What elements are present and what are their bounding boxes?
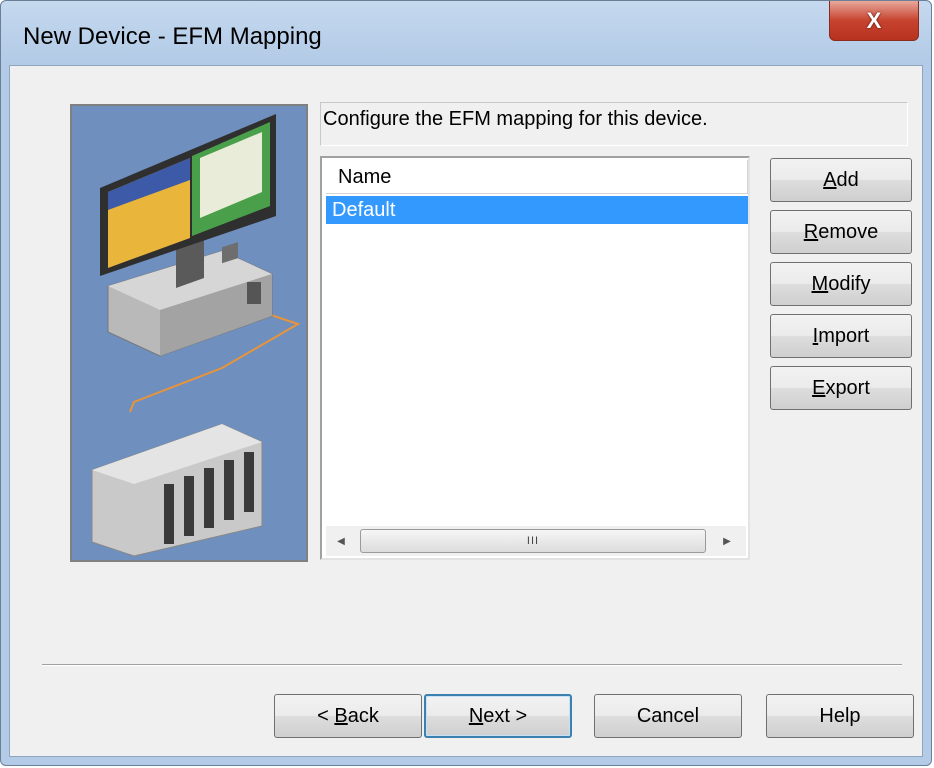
title-bar[interactable]: New Device - EFM Mapping X bbox=[1, 1, 931, 65]
cancel-label: Cancel bbox=[636, 704, 700, 727]
dialog-window: New Device - EFM Mapping X Configure the… bbox=[0, 0, 932, 766]
remove-button[interactable]: Remove bbox=[770, 210, 912, 254]
column-header-name[interactable]: Name bbox=[326, 160, 748, 194]
dialog-body: Configure the EFM mapping for this devic… bbox=[9, 65, 923, 757]
efm-mapping-list[interactable]: Name Default ◀ III ▶ bbox=[320, 156, 750, 560]
remove-label: Remove bbox=[803, 220, 879, 243]
modify-button[interactable]: Modify bbox=[770, 262, 912, 306]
add-button[interactable]: Add bbox=[770, 158, 912, 202]
export-button[interactable]: Export bbox=[770, 366, 912, 410]
help-button[interactable]: Help bbox=[766, 694, 914, 738]
add-label: Add bbox=[823, 168, 859, 191]
scroll-right-arrow-icon[interactable]: ▶ bbox=[712, 526, 742, 556]
vent-grille bbox=[247, 282, 261, 304]
plc-module-2 bbox=[184, 476, 194, 536]
device-illustration bbox=[70, 104, 308, 562]
horizontal-scrollbar[interactable]: ◀ III ▶ bbox=[326, 526, 746, 556]
computer-plc-illustration bbox=[91, 114, 301, 557]
import-button[interactable]: Import bbox=[770, 314, 912, 358]
plc-module-4 bbox=[224, 460, 234, 520]
close-icon: X bbox=[866, 7, 882, 33]
scrollbar-thumb[interactable]: III bbox=[360, 529, 706, 553]
window-title: New Device - EFM Mapping bbox=[23, 23, 322, 50]
help-label: Help bbox=[819, 704, 861, 727]
import-label: Import bbox=[812, 324, 870, 347]
instruction-text: Configure the EFM mapping for this devic… bbox=[320, 102, 908, 146]
back-label: < Back bbox=[317, 704, 379, 727]
modify-label: Modify bbox=[811, 272, 871, 295]
plc-module-5 bbox=[244, 452, 254, 512]
scroll-left-arrow-icon[interactable]: ◀ bbox=[326, 526, 356, 556]
export-label: Export bbox=[812, 376, 870, 399]
plc-module-1 bbox=[164, 484, 174, 544]
divider bbox=[42, 664, 902, 666]
next-label: Next > bbox=[468, 704, 528, 727]
plc-module-3 bbox=[204, 468, 214, 528]
cancel-button[interactable]: Cancel bbox=[594, 694, 742, 738]
list-item-default[interactable]: Default bbox=[326, 196, 748, 224]
next-button[interactable]: Next > bbox=[424, 694, 572, 738]
scrollbar-grip: III bbox=[526, 535, 540, 547]
close-button[interactable]: X bbox=[829, 1, 919, 41]
back-button[interactable]: < Back bbox=[274, 694, 422, 738]
